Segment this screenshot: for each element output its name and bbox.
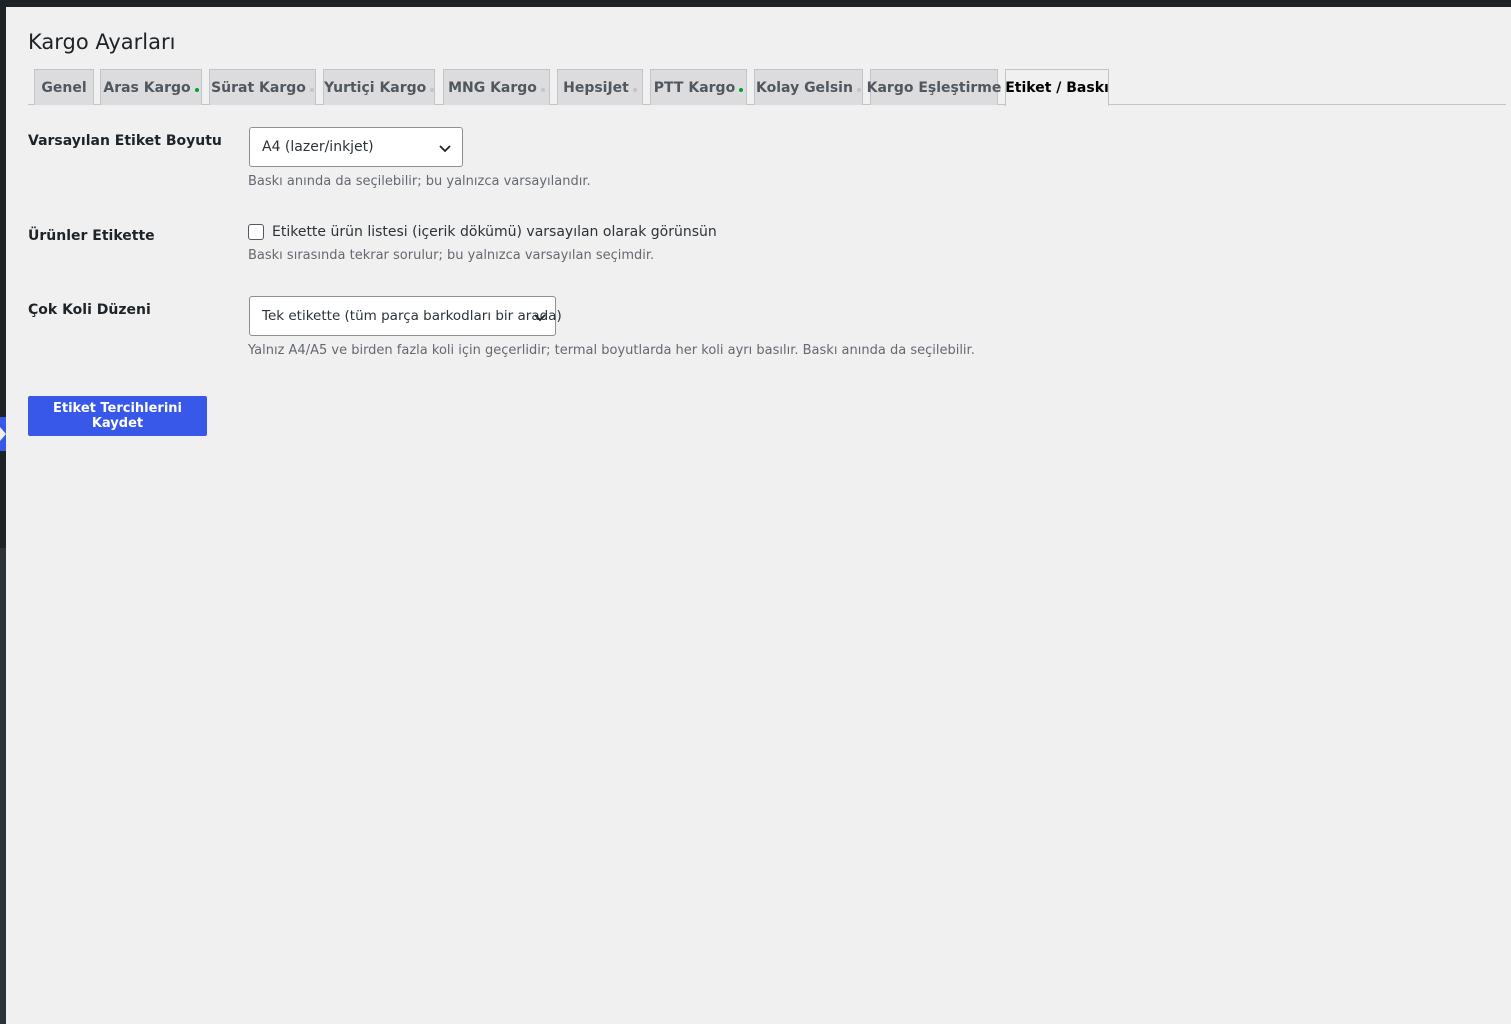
tab-label: MNG Kargo bbox=[448, 79, 537, 96]
label-size-select[interactable]: A4 (lazer/inkjet) bbox=[249, 127, 463, 167]
tab-kolay-gelsin[interactable]: Kolay Gelsin bbox=[754, 69, 863, 105]
tab-yurtici-kargo[interactable]: Yurtiçi Kargo bbox=[323, 69, 435, 105]
sidebar-active-arrow-icon bbox=[0, 427, 6, 441]
status-dot-icon bbox=[632, 88, 637, 92]
tab-hepsijet[interactable]: HepsiJet bbox=[557, 69, 643, 105]
tab-ptt-kargo[interactable]: PTT Kargo bbox=[650, 69, 747, 105]
admin-sidebar-lower bbox=[0, 548, 6, 1024]
admin-top-bar bbox=[0, 0, 1511, 7]
tab-label: Etiket / Baskı bbox=[1005, 80, 1109, 96]
tab-label: Yurtiçi Kargo bbox=[324, 79, 427, 96]
multi-parcel-label: Çok Koli Düzeni bbox=[28, 302, 151, 318]
status-dot-icon bbox=[540, 88, 545, 92]
products-on-label-checkbox[interactable] bbox=[248, 224, 264, 240]
page-title: Kargo Ayarları bbox=[28, 30, 176, 54]
tab-etiket-baski[interactable]: Etiket / Baskı bbox=[1005, 69, 1109, 106]
tab-label: Kolay Gelsin bbox=[756, 79, 853, 96]
chevron-down-icon bbox=[439, 145, 451, 153]
tab-label: Aras Kargo bbox=[103, 79, 191, 96]
products-on-label-checkbox-label[interactable]: Etikette ürün listesi (içerik dökümü) va… bbox=[272, 224, 717, 240]
label-size-label: Varsayılan Etiket Boyutu bbox=[28, 133, 222, 149]
status-dot-icon bbox=[430, 88, 434, 92]
chevron-down-icon bbox=[534, 314, 546, 322]
tab-surat-kargo[interactable]: Sürat Kargo bbox=[209, 69, 316, 105]
multi-parcel-selected-value: Tek etikette (tüm parça barkodları bir a… bbox=[262, 308, 562, 324]
products-on-label-label: Ürünler Etikette bbox=[28, 228, 155, 244]
label-size-selected-value: A4 (lazer/inkjet) bbox=[262, 139, 374, 155]
status-dot-icon bbox=[309, 88, 314, 92]
multi-parcel-description: Yalnız A4/A5 ve birden fazla koli için g… bbox=[248, 343, 975, 358]
tab-aras-kargo[interactable]: Aras Kargo bbox=[100, 69, 202, 105]
tab-label: Genel bbox=[41, 79, 87, 96]
tab-label: Kargo Eşleştirme bbox=[866, 79, 1002, 96]
multi-parcel-select[interactable]: Tek etikette (tüm parça barkodları bir a… bbox=[249, 296, 562, 336]
tab-genel[interactable]: Genel bbox=[34, 69, 94, 105]
tab-mng-kargo[interactable]: MNG Kargo bbox=[443, 69, 550, 105]
products-on-label-option: Etikette ürün listesi (içerik dökümü) va… bbox=[248, 223, 717, 241]
status-dot-icon bbox=[739, 88, 744, 92]
status-dot-icon bbox=[856, 88, 861, 92]
tab-bar: Genel Aras Kargo Sürat Kargo Yurtiçi Kar… bbox=[28, 69, 1506, 106]
tab-label: HepsiJet bbox=[563, 79, 629, 96]
label-size-description: Baskı anında da seçilebilir; bu yalnızca… bbox=[248, 174, 591, 189]
status-dot-icon bbox=[194, 88, 199, 92]
tab-kargo-eslestirme[interactable]: Kargo Eşleştirme bbox=[867, 69, 1001, 105]
tab-label: Sürat Kargo bbox=[211, 79, 306, 96]
save-label-preferences-button[interactable]: Etiket Tercihlerini Kaydet bbox=[28, 396, 207, 436]
tab-label: PTT Kargo bbox=[653, 79, 736, 96]
admin-sidebar bbox=[0, 0, 6, 548]
products-on-label-description: Baskı sırasında tekrar sorulur; bu yalnı… bbox=[248, 248, 655, 263]
